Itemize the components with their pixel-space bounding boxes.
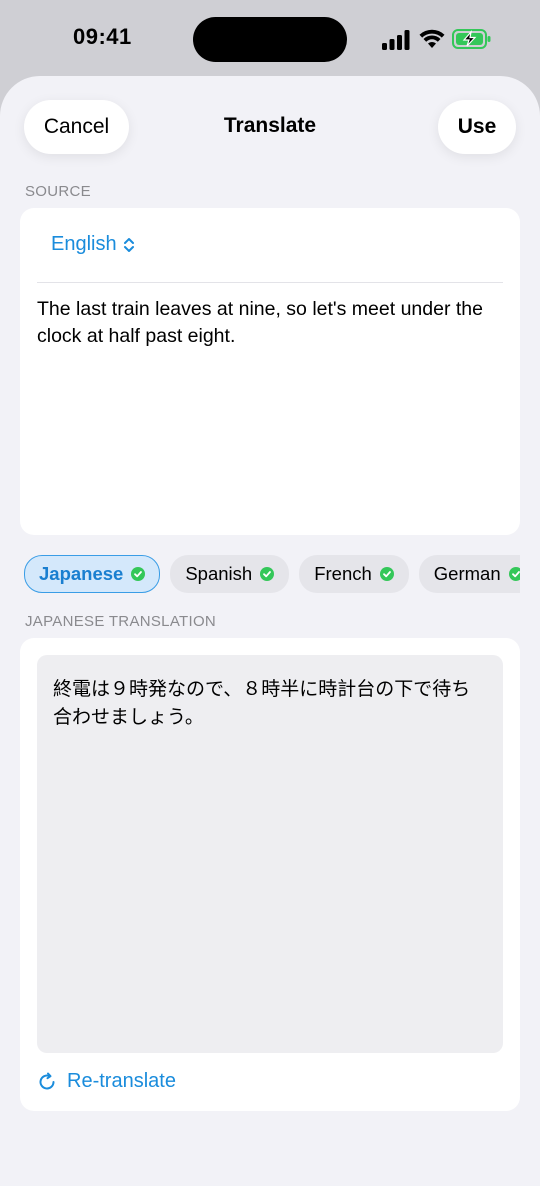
retranslate-button[interactable]: Re-translate bbox=[37, 1070, 176, 1093]
chip-german[interactable]: German bbox=[418, 555, 520, 593]
page-title: Translate bbox=[223, 114, 317, 137]
chip-french[interactable]: French bbox=[299, 555, 409, 593]
checkmark-icon bbox=[131, 567, 146, 581]
chip-label: Japanese bbox=[39, 563, 124, 584]
translation-card: 終電は９時発なので、８時半に時計台の下で待ち合わせましょう。 Re-transl… bbox=[20, 638, 520, 1111]
chevron-up-down-icon bbox=[123, 237, 134, 252]
translation-output[interactable]: 終電は９時発なので、８時半に時計台の下で待ち合わせましょう。 bbox=[37, 655, 503, 1053]
source-language-selector[interactable]: English bbox=[51, 233, 135, 256]
cellular-signal-icon bbox=[382, 30, 410, 50]
checkmark-icon bbox=[260, 567, 275, 581]
translation-section-label: JAPANESE TRANSLATION bbox=[25, 613, 217, 630]
chip-label: German bbox=[433, 563, 501, 584]
battery-charging-icon bbox=[452, 29, 491, 49]
source-card: English The last train leaves at nine, s… bbox=[20, 208, 520, 535]
chip-spanish[interactable]: Spanish bbox=[170, 555, 290, 593]
checkmark-icon bbox=[508, 567, 520, 581]
use-button[interactable]: Use bbox=[438, 100, 516, 154]
card-divider bbox=[37, 282, 503, 283]
dynamic-island bbox=[193, 17, 347, 62]
translation-text: 終電は９時発なので、８時半に時計台の下で待ち合わせましょう。 bbox=[53, 678, 471, 728]
target-language-chips: Japanese Spanish French German bbox=[24, 555, 520, 593]
status-time: 09:41 bbox=[73, 24, 132, 49]
status-icons bbox=[382, 28, 492, 52]
source-language-label: English bbox=[51, 233, 117, 255]
cancel-button[interactable]: Cancel bbox=[24, 100, 129, 154]
chip-label: French bbox=[314, 563, 372, 584]
chip-japanese[interactable]: Japanese bbox=[24, 555, 161, 593]
source-text-input[interactable]: The last train leaves at nine, so let's … bbox=[37, 296, 497, 350]
checkmark-icon bbox=[379, 567, 394, 581]
source-section-label: SOURCE bbox=[25, 183, 91, 200]
retranslate-label: Re-translate bbox=[67, 1070, 176, 1092]
chip-label: Spanish bbox=[185, 563, 253, 584]
refresh-icon bbox=[39, 1072, 55, 1089]
wifi-icon bbox=[419, 29, 445, 48]
status-bar: 09:41 bbox=[0, 0, 540, 80]
